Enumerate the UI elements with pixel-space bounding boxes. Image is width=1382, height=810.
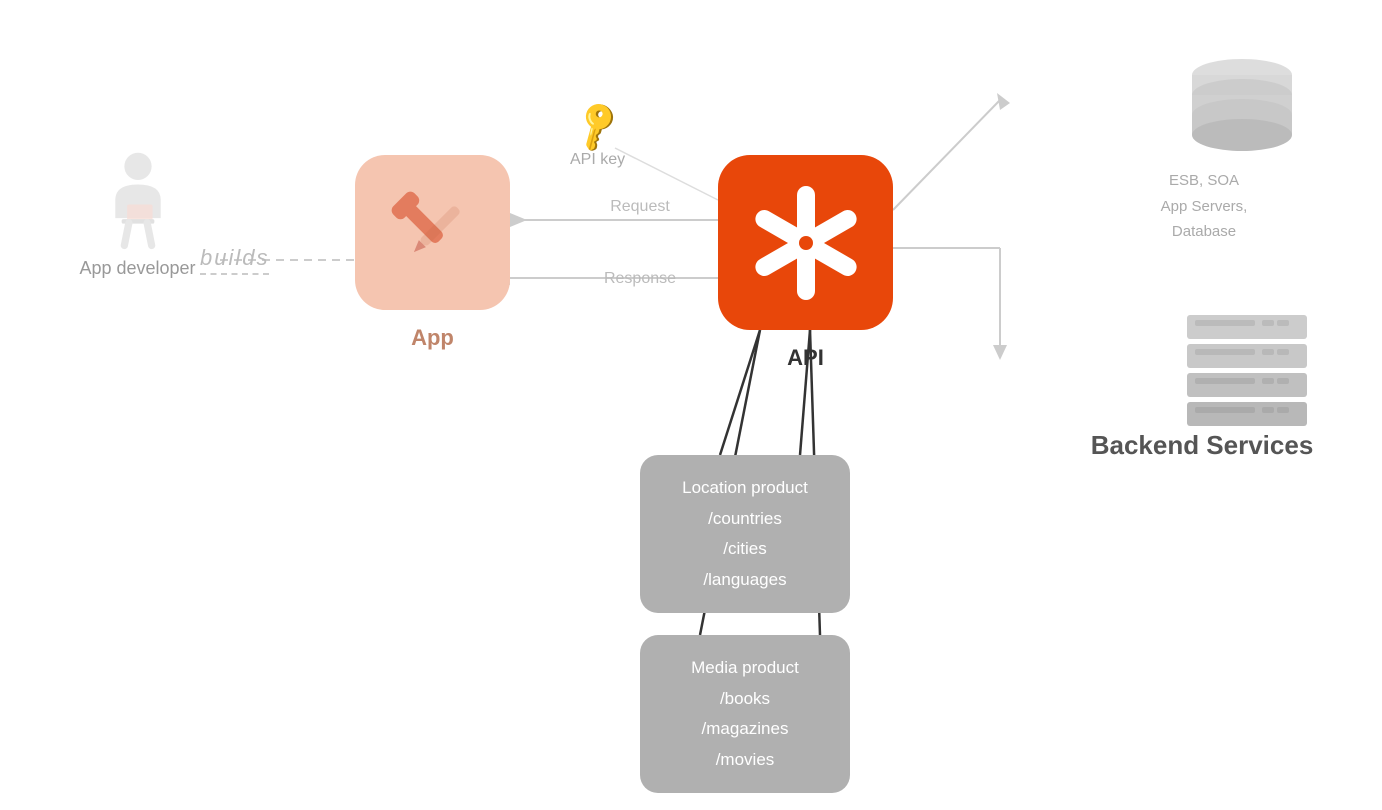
location-product-box: Location product/countries/cities/langua…	[640, 455, 850, 613]
api-hub-label: API	[718, 345, 893, 371]
media-product-text: Media product/books/magazines/movies	[691, 658, 799, 769]
media-product-box: Media product/books/magazines/movies	[640, 635, 850, 793]
request-label: Request	[540, 198, 740, 216]
app-label: App	[355, 325, 510, 351]
api-hub-icon	[741, 178, 871, 308]
api-key-label: API key	[570, 151, 625, 169]
backend-sublabel: ESB, SOAApp Servers,Database	[1104, 168, 1304, 245]
api-key-area: 🔑 API key	[570, 105, 625, 169]
app-developer-section: App developer	[55, 150, 220, 279]
backend-services-label: Backend Services	[1077, 430, 1327, 461]
app-box	[355, 155, 510, 310]
builds-label: builds	[200, 245, 269, 275]
key-icon: 🔑	[568, 97, 628, 156]
api-hub	[718, 155, 893, 330]
person-icon	[98, 150, 178, 250]
backend-db-icon	[1182, 45, 1302, 165]
location-product-text: Location product/countries/cities/langua…	[682, 478, 808, 589]
database-icon	[1182, 45, 1302, 165]
esb-soa-text: ESB, SOAApp Servers,Database	[1161, 172, 1248, 240]
response-label: Response	[540, 270, 740, 288]
app-icon	[378, 178, 488, 288]
app-developer-label: App developer	[79, 258, 195, 279]
server-rack-icon	[1177, 310, 1317, 440]
diagram-container: App developer builds App 🔑 API key Reque…	[0, 0, 1382, 810]
backend-servers-icon	[1177, 310, 1317, 440]
